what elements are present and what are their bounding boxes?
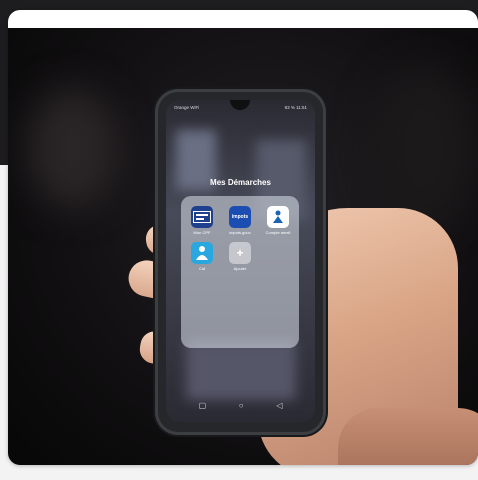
impots-gouv-icon: impots [229,206,251,228]
smartphone: Orange WiFi 83 % 11:51 Mes Démarches Mon… [158,92,323,432]
app-ameli[interactable]: Compte ameli [263,206,293,235]
caf-icon [191,242,213,264]
app-mon-cpf[interactable]: Mon CPF [187,206,217,235]
background-blur [28,88,118,208]
phone-photo: Orange WiFi 83 % 11:51 Mes Démarches Mon… [8,28,478,465]
add-icon: + [229,242,251,264]
background-blur [368,68,478,228]
recents-icon[interactable]: ▢ [199,401,207,410]
ameli-icon [267,206,289,228]
app-folder: Mon CPF impots impots.gouv Compte ameli [181,196,299,348]
app-label: Compte ameli [265,230,291,235]
folder-title: Mes Démarches [210,178,271,187]
phone-screen: Orange WiFi 83 % 11:51 Mes Démarches Mon… [166,100,315,422]
app-label: Mon CPF [193,230,211,235]
home-icon[interactable]: ○ [239,401,244,410]
image-card: Orange WiFi 83 % 11:51 Mes Démarches Mon… [8,10,478,465]
app-label: Caf [198,266,206,271]
battery-time-status: 83 % 11:51 [284,104,307,110]
navigation-bar: ▢ ○ ◁ [166,398,315,412]
wrist [338,408,478,465]
app-add[interactable]: + Ajouter [225,242,255,271]
app-label: impots.gouv [229,230,251,235]
back-icon[interactable]: ◁ [276,401,282,410]
carrier-status: Orange WiFi [174,104,200,110]
app-impots-gouv[interactable]: impots impots.gouv [225,206,255,235]
app-label: Ajouter [233,266,247,271]
app-caf[interactable]: Caf [187,242,217,271]
mon-cpf-icon [191,206,213,228]
